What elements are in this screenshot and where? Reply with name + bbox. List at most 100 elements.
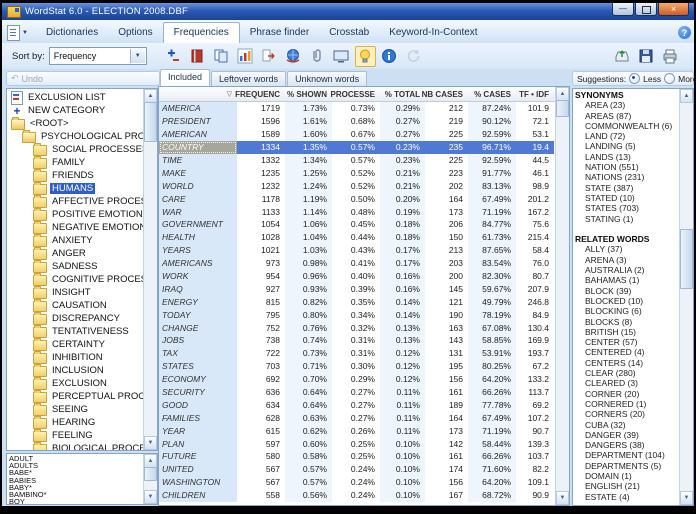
table-scrollbar[interactable]: ▲ ▼	[555, 87, 569, 505]
add-words-icon[interactable]	[163, 46, 184, 67]
scroll-down-icon[interactable]: ▼	[556, 491, 569, 505]
tree-item-exclusion-list[interactable]: EXCLUSION LIST	[8, 90, 144, 105]
table-row[interactable]: PRESIDENT 1596 1.61% 0.68% 0.27% 219 90.12% 72.…	[159, 114, 556, 128]
tab-dictionaries[interactable]: Dictionaries	[36, 23, 108, 43]
subtab-leftover-words[interactable]: Leftover words	[211, 71, 287, 86]
suggestion-item[interactable]: CORNERED (1)	[575, 399, 681, 409]
tree-item-friends[interactable]: FRIENDS	[8, 168, 144, 182]
info-icon[interactable]	[379, 46, 400, 67]
suggestion-item[interactable]: AREAS (87)	[575, 111, 681, 121]
dictionary-icon[interactable]	[187, 46, 208, 67]
table-row[interactable]: UNITED 567 0.57% 0.24% 0.10% 174 71.60% 82.2	[159, 462, 556, 476]
scroll-down-icon[interactable]: ▼	[144, 436, 157, 450]
scroll-down-icon[interactable]: ▼	[144, 490, 157, 504]
tree-item-root[interactable]: <ROOT>	[8, 116, 144, 130]
help-icon[interactable]: ?	[678, 26, 691, 39]
tree-item-social-processes[interactable]: SOCIAL PROCESSES	[8, 142, 144, 156]
words-scrollbar-thumb[interactable]	[144, 467, 157, 481]
suggestion-item[interactable]: BRITISH (15)	[575, 327, 681, 337]
tree-item-negative-emotion[interactable]: NEGATIVE EMOTION	[8, 220, 144, 234]
tree-item-sadness[interactable]: SADNESS	[8, 259, 144, 273]
suggestion-item[interactable]: CLEAR (280)	[575, 368, 681, 378]
suggestions-scrollbar[interactable]: ▲ ▼	[679, 89, 693, 505]
dropdown-caret-icon[interactable]: ▼	[129, 49, 145, 63]
suggestion-item[interactable]: STATES (703)	[575, 203, 681, 213]
close-button[interactable]: ×	[658, 3, 689, 16]
table-row[interactable]: AMERICAN 1589 1.60% 0.67% 0.27% 225 92.59% 53.1	[159, 127, 556, 141]
print-icon[interactable]	[659, 46, 680, 67]
words-scrollbar[interactable]: ▲ ▼	[143, 454, 157, 504]
chart-icon[interactable]	[235, 46, 256, 67]
table-row[interactable]: WORK 954 0.96% 0.40% 0.16% 200 82.30% 80.7	[159, 269, 556, 283]
suggestion-item[interactable]: AREA (23)	[575, 100, 681, 110]
table-row[interactable]: WASHINGTON 567 0.57% 0.24% 0.10% 156 64.20% 109…	[159, 475, 556, 489]
table-row[interactable]: FAMILIES 628 0.63% 0.27% 0.11% 164 67.49% 107.2	[159, 411, 556, 425]
table-row[interactable]: AMERICANS 973 0.98% 0.41% 0.17% 203 83.54% 76.0	[159, 256, 556, 270]
tree-item-certainty[interactable]: CERTAINTY	[8, 337, 144, 351]
tab-keyword-in-context[interactable]: Keyword-In-Context	[379, 23, 487, 43]
subtab-included[interactable]: Included	[160, 69, 211, 86]
suggestion-item[interactable]: LANDING (5)	[575, 141, 681, 151]
bulb-icon[interactable]	[354, 45, 376, 67]
copy-icon[interactable]	[211, 46, 232, 67]
scroll-up-icon[interactable]: ▲	[144, 454, 157, 468]
subtab-unknown-words[interactable]: Unknown words	[287, 71, 368, 86]
column-header-word[interactable]	[159, 87, 237, 101]
suggestions-scrollbar-thumb[interactable]	[680, 229, 693, 289]
suggestion-item[interactable]: LAND (72)	[575, 131, 681, 141]
table-row[interactable]: TIME 1332 1.34% 0.57% 0.23% 225 92.59% 44.5	[159, 153, 556, 167]
tab-crosstab[interactable]: Crosstab	[319, 23, 379, 43]
table-row[interactable]: SECURITY 636 0.64% 0.27% 0.11% 161 66.26% 113.7	[159, 385, 556, 399]
table-scrollbar-thumb[interactable]	[556, 100, 569, 117]
column-header-tf-idf[interactable]: TF • IDF	[516, 87, 554, 101]
table-row[interactable]: JOBS 738 0.74% 0.31% 0.13% 143 58.85% 169.9	[159, 334, 556, 347]
suggestion-item[interactable]: CORNERS (20)	[575, 409, 681, 419]
column-header-total[interactable]: % TOTAL	[380, 87, 425, 101]
suggestion-item[interactable]: STATED (10)	[575, 193, 681, 203]
tree-item-tentativeness[interactable]: TENTATIVENESS	[8, 324, 144, 338]
suggestion-item[interactable]: NATIONS (231)	[575, 172, 681, 182]
suggestion-item[interactable]: CUBA (32)	[575, 420, 681, 430]
table-row[interactable]: CHILDREN 558 0.56% 0.24% 0.10% 167 68.72% 90.9	[159, 488, 556, 502]
load-icon[interactable]	[611, 46, 632, 67]
table-row[interactable]: COUNTRY 1334 1.35% 0.57% 0.23% 235 96.71% 19.4	[159, 140, 556, 154]
scroll-up-icon[interactable]: ▲	[680, 89, 693, 103]
table-row[interactable]: YEAR 615 0.62% 0.26% 0.11% 173 71.19% 90.7	[159, 424, 556, 438]
table-row[interactable]: CARE 1178 1.19% 0.50% 0.20% 164 67.49% 201.2	[159, 192, 556, 206]
maximize-button[interactable]	[635, 3, 657, 16]
table-row[interactable]: GOOD 634 0.64% 0.27% 0.11% 189 77.78% 69.2	[159, 398, 556, 412]
table-row[interactable]: STATES 703 0.71% 0.30% 0.12% 195 80.25% 67.2	[159, 359, 556, 373]
suggestion-item[interactable]: BLOCK (39)	[575, 286, 681, 296]
tree-item-positive-emotion[interactable]: POSITIVE EMOTION	[8, 207, 144, 221]
table-row[interactable]: HEALTH 1028 1.04% 0.44% 0.18% 150 61.73% 215.4	[159, 230, 556, 244]
tree-item-insight[interactable]: INSIGHT	[8, 285, 144, 299]
tree-item-discrepancy[interactable]: DISCREPANCY	[8, 311, 144, 325]
table-row[interactable]: ENERGY 815 0.82% 0.35% 0.14% 121 49.79% 246.8	[159, 295, 556, 309]
table-row[interactable]: WAR 1133 1.14% 0.48% 0.19% 173 71.19% 167.2	[159, 205, 556, 219]
suggestion-item[interactable]: DEPARTMENT (104)	[575, 450, 681, 460]
column-header-nb-cases[interactable]: NB CASES	[422, 87, 468, 101]
radio-less-label[interactable]: Less	[643, 74, 661, 84]
tree-item-cognitive-processes[interactable]: COGNITIVE PROCESSES	[8, 272, 144, 286]
speak-icon[interactable]	[283, 46, 304, 67]
column-header-processe[interactable]: PROCESSE	[331, 87, 380, 101]
table-row[interactable]: FUTURE 580 0.58% 0.25% 0.10% 161 66.26% 103.7	[159, 450, 556, 463]
tree-item-seeing[interactable]: SEEING	[8, 402, 144, 416]
tree-item-biological-processes[interactable]: BIOLOGICAL PROCESSES	[8, 441, 144, 450]
tab-options[interactable]: Options	[108, 23, 162, 43]
display-icon[interactable]	[331, 46, 352, 67]
word-list-item[interactable]: BAMBINO*	[9, 491, 144, 499]
tree-item-causation[interactable]: CAUSATION	[8, 298, 144, 312]
suggestion-item[interactable]: AUSTRALIA (2)	[575, 265, 681, 275]
tab-phrase-finder[interactable]: Phrase finder	[240, 23, 319, 43]
suggestion-item[interactable]: BLOCKED (10)	[575, 296, 681, 306]
suggestion-item[interactable]: STATE (387)	[575, 183, 681, 193]
tree-scrollbar-thumb[interactable]	[144, 102, 157, 142]
table-row[interactable]: YEARS 1021 1.03% 0.43% 0.17% 213 87.65% 58.4	[159, 243, 556, 257]
table-row[interactable]: IRAQ 927 0.93% 0.39% 0.16% 145 59.67% 207.9	[159, 282, 556, 296]
suggestion-item[interactable]: ALLY (37)	[575, 244, 681, 254]
table-row[interactable]: TODAY 795 0.80% 0.34% 0.14% 190 78.19% 84.9	[159, 308, 556, 322]
scroll-up-icon[interactable]: ▲	[556, 87, 569, 101]
minimize-button[interactable]: —	[612, 3, 634, 16]
tree-item-inhibition[interactable]: INHIBITION	[8, 350, 144, 364]
